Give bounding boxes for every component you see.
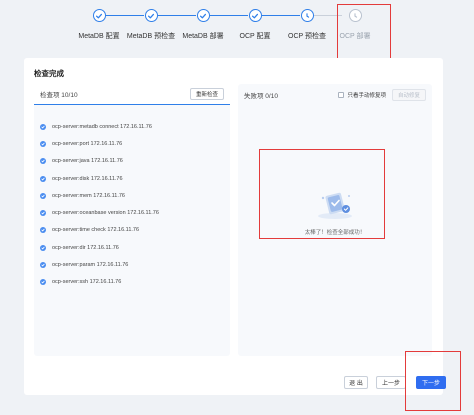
list-item-label: ocp-server:mem 172.16.11.76 (52, 192, 125, 199)
list-item-label: ocp-server:port 172.16.11.76 (52, 140, 123, 147)
check-items-header: 检查项 10/10 重新检查 (34, 84, 230, 105)
list-item-label: ocp-server:disk 172.16.11.76 (52, 175, 123, 182)
check-items-list: ocp-server:metadb connect 172.16.11.76 o… (40, 118, 224, 291)
empty-state: 太棒了！检查全部成功！ (238, 188, 432, 236)
list-item: ocp-server:time check 172.16.11.76 (40, 222, 224, 239)
list-item-label: ocp-server:ssh 172.16.11.76 (52, 279, 122, 286)
check-icon (92, 9, 106, 22)
check-circle-icon (40, 123, 46, 130)
check-circle-icon (40, 175, 46, 182)
check-circle-icon (40, 192, 46, 199)
check-items-count: 检查项 10/10 (40, 92, 78, 99)
check-circle-icon (40, 279, 46, 286)
list-item: ocp-server:oceanbase version 172.16.11.7… (40, 204, 224, 221)
check-circle-icon (40, 158, 46, 165)
clock-icon (348, 9, 362, 22)
manual-only-label: 只看手动修复项 (347, 92, 386, 99)
list-item: ocp-server:disk 172.16.11.76 (40, 170, 224, 187)
checkbox-box[interactable] (338, 91, 345, 98)
list-item: ocp-server:dir 172.16.11.76 (40, 239, 224, 256)
list-item: ocp-server:metadb connect 172.16.11.76 (40, 118, 224, 135)
check-icon (144, 9, 158, 22)
step-ocp-deploy: OCP 部署 (320, 9, 390, 41)
list-item-label: ocp-server:dir 172.16.11.76 (52, 244, 119, 251)
check-icon (196, 9, 210, 22)
empty-state-text: 太棒了！检查全部成功！ (304, 230, 366, 236)
list-item: ocp-server:mem 172.16.11.76 (40, 187, 224, 204)
check-circle-icon (40, 244, 46, 251)
check-items-panel: 检查项 10/10 重新检查 ocp-server:metadb connect… (34, 84, 230, 356)
check-circle-icon (40, 210, 46, 217)
list-item: ocp-server:param 172.16.11.76 (40, 256, 224, 273)
clock-icon (300, 9, 314, 22)
list-item: ocp-server:ssh 172.16.11.76 (40, 274, 224, 291)
precheck-card: 检查完成 检查项 10/10 重新检查 ocp-server:metadb co… (24, 58, 443, 395)
check-circle-icon (40, 227, 46, 234)
list-item-label: ocp-server:param 172.16.11.76 (52, 262, 129, 269)
failed-items-tools: 只看手动修复项 自动修复 (338, 88, 426, 101)
list-item-label: ocp-server:oceanbase version 172.16.11.7… (52, 210, 159, 217)
list-item-label: ocp-server:java 172.16.11.76 (52, 158, 123, 165)
exit-button[interactable]: 退 出 (344, 376, 368, 389)
failed-items-panel: 失败项 0/10 只看手动修复项 自动修复 太棒了！检查全部成功！ (238, 84, 432, 356)
recheck-button[interactable]: 重新检查 (189, 88, 224, 100)
previous-step-button[interactable]: 上一步 (376, 376, 406, 389)
list-item-label: ocp-server:metadb connect 172.16.11.76 (52, 123, 152, 130)
auto-fix-button[interactable]: 自动修复 (391, 88, 426, 101)
check-circle-icon (40, 262, 46, 269)
step-label: OCP 部署 (339, 33, 371, 40)
check-circle-icon (40, 140, 46, 147)
next-step-button[interactable]: 下一步 (416, 376, 446, 389)
success-illustration-icon (313, 188, 357, 220)
check-icon (248, 9, 262, 22)
card-title: 检查完成 (34, 69, 64, 78)
list-item: ocp-server:java 172.16.11.76 (40, 153, 224, 170)
deployment-stepper: MetaDB 配置 MetaDB 预检查 MetaDB 部署 OCP 配置 OC… (0, 0, 474, 50)
list-item: ocp-server:port 172.16.11.76 (40, 135, 224, 152)
list-item-label: ocp-server:time check 172.16.11.76 (52, 227, 140, 234)
failed-items-count: 失败项 0/10 (244, 92, 278, 100)
failed-items-header: 失败项 0/10 只看手动修复项 自动修复 (238, 84, 432, 105)
manual-only-checkbox[interactable]: 只看手动修复项 (338, 91, 386, 99)
